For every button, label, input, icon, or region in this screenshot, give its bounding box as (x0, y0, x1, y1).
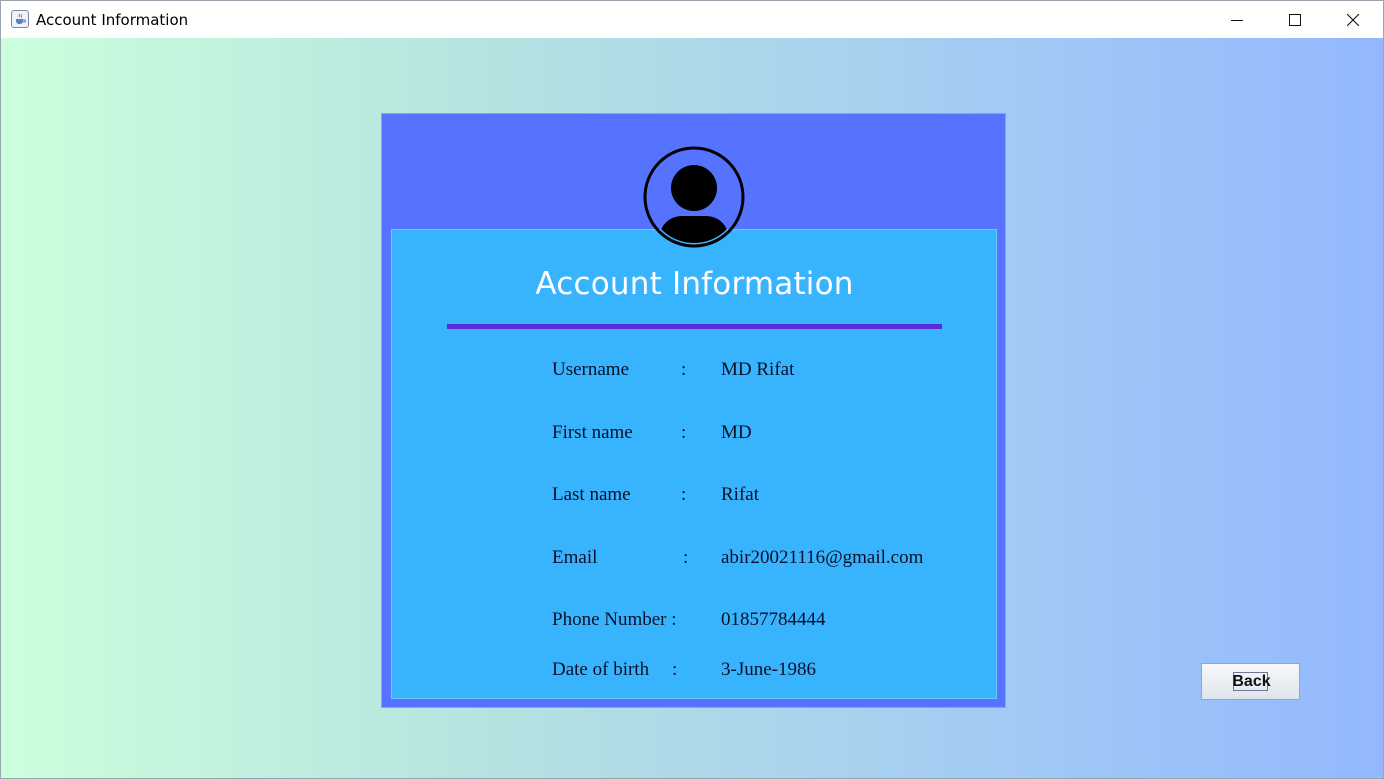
field-row-date-of-birth: Date of birth : 3-June-1986 (382, 659, 1007, 685)
close-icon (1347, 13, 1359, 26)
field-colon: : (672, 659, 678, 680)
field-colon: : (681, 422, 687, 443)
field-value: abir20021116@gmail.com (721, 547, 924, 568)
field-row-username: Username : MD Rifat (382, 359, 1007, 385)
field-value: Rifat (721, 484, 759, 505)
java-cup-icon (11, 10, 29, 28)
field-value: 01857784444 (721, 609, 826, 630)
field-row-email: Email : abir20021116@gmail.com (382, 547, 1007, 573)
app-window: Account Information Account Information … (0, 0, 1384, 779)
maximize-button[interactable] (1266, 1, 1324, 38)
account-card: Account Information Username : MD Rifat … (381, 113, 1006, 708)
maximize-icon (1289, 13, 1301, 26)
content-area: Account Information Username : MD Rifat … (1, 38, 1383, 778)
field-label: Date of birth (552, 659, 650, 680)
minimize-icon (1231, 19, 1243, 21)
field-colon: : (683, 547, 689, 568)
back-button[interactable]: Back (1201, 663, 1300, 700)
field-colon: : (681, 359, 687, 380)
field-value: MD (721, 422, 752, 443)
heading-divider (447, 324, 942, 329)
field-row-last-name: Last name : Rifat (382, 484, 1007, 510)
field-value: MD Rifat (721, 359, 795, 380)
field-label: Phone Number : (552, 609, 677, 630)
back-button-label: Back (1232, 673, 1271, 690)
field-value: 3-June-1986 (721, 659, 816, 680)
field-label: First name (552, 422, 633, 443)
field-label: Username (552, 359, 630, 380)
field-label: Last name (552, 484, 631, 505)
window-title: Account Information (36, 11, 189, 29)
field-row-first-name: First name : MD (382, 422, 1007, 448)
minimize-button[interactable] (1208, 1, 1266, 38)
page-heading: Account Information (535, 266, 854, 302)
user-avatar-icon (643, 146, 745, 248)
title-bar[interactable]: Account Information (1, 1, 1383, 38)
close-button[interactable] (1324, 1, 1382, 38)
field-colon: : (681, 484, 687, 505)
field-label: Email (552, 547, 598, 568)
field-row-phone-number: Phone Number : 01857784444 (382, 609, 1007, 635)
